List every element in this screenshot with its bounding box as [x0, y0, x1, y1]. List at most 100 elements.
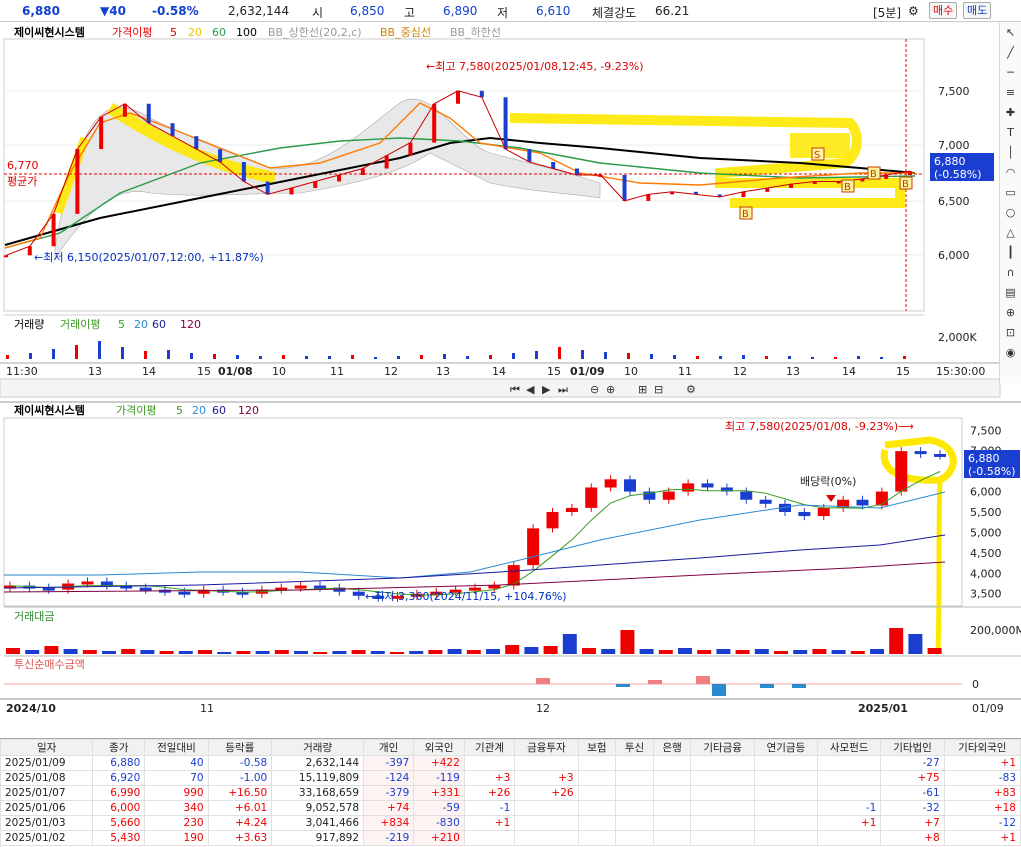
amount-bar — [82, 650, 97, 654]
price-candle — [432, 103, 437, 143]
daily-chart[interactable]: 제이씨현시스템가격이평52060120 7,5007,0006,5006,000… — [0, 400, 1021, 718]
volume-bar — [29, 353, 32, 359]
institution-bar — [536, 678, 550, 684]
table-cell: 2025/01/03 — [0, 815, 94, 831]
table-cell — [615, 770, 654, 786]
bottom-legend-item: 5 — [176, 404, 183, 417]
table-row[interactable]: 2025/01/02 5,430 190 +3.63 917,892 -219 +210 +8… — [0, 830, 1021, 846]
strength-label: 체결강도 — [592, 6, 637, 20]
table-cell: 70 — [144, 770, 209, 786]
top-legend-item: 제이씨현시스템 — [14, 25, 85, 39]
price-candle — [218, 149, 223, 163]
amount-bar — [121, 649, 136, 654]
table-cell: 990 — [144, 785, 209, 801]
table-cell: -27 — [880, 755, 945, 771]
table-cell: +1 — [943, 755, 1021, 771]
volume-bar — [558, 347, 561, 359]
price-candle — [337, 175, 342, 182]
daily-low-note: ←최저 3,360(2024/11/15, +104.76%) — [365, 590, 567, 603]
price-candle — [479, 90, 484, 98]
daily-candle — [856, 499, 869, 506]
amount-bar — [908, 634, 923, 654]
daily-candle — [798, 512, 811, 517]
table-cell — [817, 755, 882, 771]
amount-bar — [812, 649, 827, 654]
trade-marker-label: S — [814, 150, 820, 161]
daily-last-price: 6,880 — [968, 452, 1000, 465]
volume-bar — [374, 357, 377, 359]
top-x-tick: 15 — [547, 365, 561, 378]
buy-button[interactable]: 매수 — [929, 2, 958, 19]
table-row[interactable]: 2025/01/07 6,990 990 +16.50 33,168,659 -379 +3… — [0, 785, 1021, 801]
table-header: 등락률 — [207, 739, 273, 756]
table-cell — [652, 785, 692, 801]
text-icon: T — [1007, 126, 1014, 139]
sell-button[interactable]: 매도 — [963, 2, 992, 19]
bottom-y-tick: 5,500 — [970, 506, 1002, 519]
amount-bar — [601, 649, 616, 654]
table-cell: 917,892 — [271, 830, 365, 846]
daily-candle — [546, 512, 559, 529]
price-candle — [4, 255, 8, 258]
amount-bar — [620, 630, 635, 654]
table-row[interactable]: 2025/01/08 6,920 70 -1.00 15,119,809 -124 -119… — [0, 770, 1021, 786]
time-label: 15:30:00 — [936, 365, 985, 378]
top-legend-item: BB_하한선 — [450, 25, 501, 39]
table-cell — [753, 785, 819, 801]
daily-candle — [682, 483, 695, 492]
amount-bar — [6, 648, 20, 654]
table-cell — [652, 755, 692, 771]
table-header: 기타법인 — [880, 739, 945, 756]
gear-icon[interactable]: ⚙ — [908, 4, 919, 18]
amount-bar — [332, 651, 347, 654]
table-cell: -1 — [463, 800, 516, 816]
interval-button[interactable]: [5분] — [873, 4, 901, 21]
institution-bar — [648, 680, 662, 684]
table-cell: 2025/01/02 — [0, 830, 94, 846]
table-cell: +75 — [880, 770, 945, 786]
amount-bar — [102, 651, 116, 654]
table-row[interactable]: 2025/01/06 6,000 340 +6.01 9,052,578 +74 -59 -1… — [0, 800, 1021, 816]
table-cell: +331 — [413, 785, 465, 801]
table-cell — [463, 830, 516, 846]
daily-candle — [100, 581, 113, 586]
amount-bar — [236, 651, 251, 654]
daily-candle — [314, 585, 326, 589]
top-x-tick: 15 — [197, 365, 211, 378]
scroll-tool-icon: ⊟ — [654, 383, 663, 396]
table-row[interactable]: 2025/01/09 6,880 40 -0.58 2,632,144 -397 +422 -… — [0, 755, 1021, 771]
table-row[interactable]: 2025/01/03 5,660 230 +4.24 3,041,466 +834 -830… — [0, 815, 1021, 831]
table-cell: 2025/01/09 — [0, 755, 94, 771]
table-cell: +210 — [413, 830, 465, 846]
table-cell — [753, 770, 819, 786]
price-candle — [241, 162, 246, 182]
right-drawing-toolbar[interactable]: ↖ ╱ ─ ≡ ✚ T │ ◠ ▭ ○ △ ┃ ∩ ▤ ⊕ ⊡ ◉ — [999, 23, 1021, 383]
line-icon: ╱ — [1007, 46, 1014, 59]
volume-bar — [144, 351, 147, 359]
table-cell: 9,052,578 — [271, 800, 365, 816]
high-note: ←최고 7,580(2025/01/08,12:45, -9.23%) — [426, 60, 644, 73]
amount-bar — [524, 647, 539, 654]
investor-table: 일자 종가 전일대비 등락률 거래량 개인 외국인 기관계 금융투자 보험 투신 은행 기타금융 연기금등… — [0, 738, 1021, 847]
table-cell: 15,119,809 — [271, 770, 365, 786]
table-cell — [514, 800, 579, 816]
volume-bar — [673, 355, 676, 359]
institution-bar — [792, 684, 806, 688]
top-x-tick: 01/08 — [218, 365, 253, 378]
last-price-tag: 6,880 — [934, 155, 966, 168]
volume-legend-item: 거래량 — [14, 318, 44, 331]
bottom-legend-item: 120 — [238, 404, 259, 417]
table-cell: +4.24 — [207, 815, 273, 831]
scroll-tool-icon: ⊞ — [638, 383, 647, 396]
price-candle — [408, 142, 413, 156]
top-x-tick: 11 — [678, 365, 692, 378]
top-scroll-toolbar[interactable] — [0, 378, 1001, 398]
intraday-chart[interactable]: 제이씨현시스템 가격이평 5 20 60 100 BB_상한선(20,2,c) BB_중심선 B… — [0, 23, 1021, 403]
top-x-tick: 13 — [786, 365, 800, 378]
price-candle — [313, 181, 318, 188]
daily-candle — [934, 453, 946, 457]
table-header: 기관계 — [463, 739, 516, 756]
volume-bar — [167, 350, 170, 359]
low-value: 6,610 — [536, 4, 571, 18]
volume-bar — [581, 350, 584, 359]
